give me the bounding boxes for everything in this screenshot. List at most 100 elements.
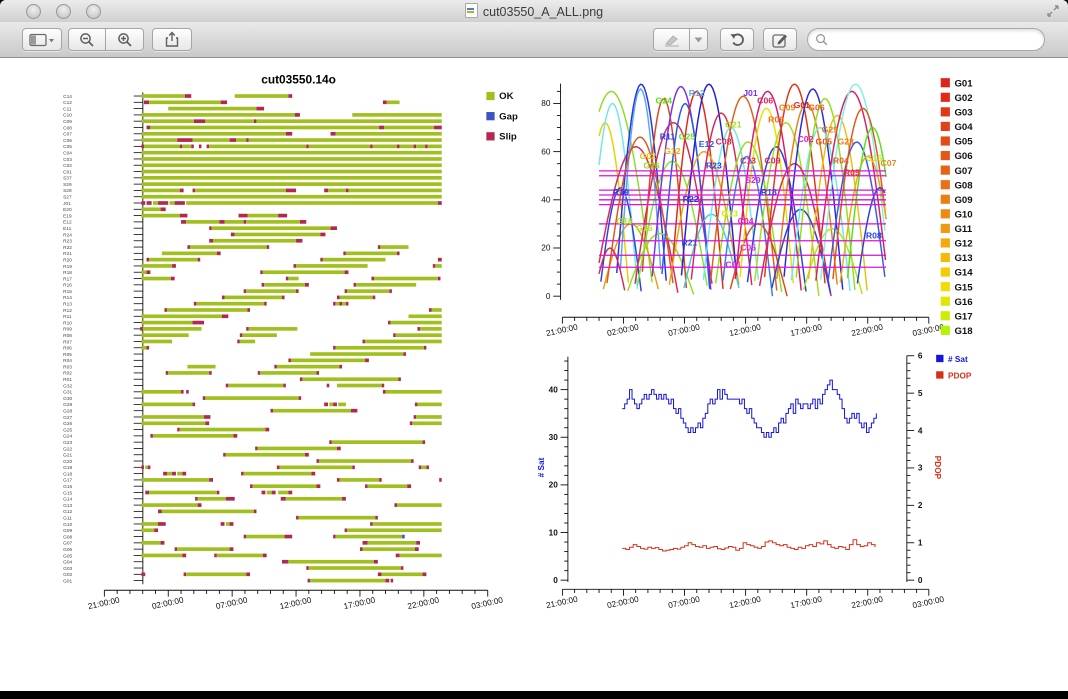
legend-label: G18	[954, 326, 973, 337]
sat-row: G25	[63, 427, 269, 433]
title-bar[interactable]: cut03550_A_ALL.png	[0, 0, 1068, 23]
sat-row: S29	[63, 182, 442, 188]
sat-label: E19	[63, 213, 72, 219]
search-field[interactable]	[807, 28, 1045, 51]
sat-row: C03	[63, 157, 442, 163]
legend-swatch	[941, 93, 950, 102]
share-button[interactable]	[152, 28, 192, 51]
sat-row: R16	[63, 283, 416, 289]
sat-row: G31	[63, 390, 442, 396]
obs-segment	[351, 409, 357, 413]
obs-segment	[409, 314, 442, 318]
legend-swatch	[941, 282, 950, 291]
obs-segment	[141, 314, 222, 318]
obs-segment	[332, 440, 423, 444]
obs-segment	[246, 327, 249, 331]
sat-label: R05	[63, 352, 72, 358]
sat-row: G08	[63, 534, 405, 540]
obs-segment	[198, 258, 201, 262]
obs-segment	[324, 403, 328, 407]
highlighter-menu-button[interactable]	[690, 28, 708, 51]
obs-segment	[194, 302, 197, 306]
sat-row: G19	[63, 465, 429, 471]
availability-chart: cut03550.14oOKGapSlipC14C12C11C10C09C08C…	[63, 73, 518, 611]
sat-row: C10	[63, 113, 442, 119]
elevation-chart: 020406080R12J01G24C06G01G09G06G21R06G29R…	[541, 78, 973, 338]
obs-segment	[291, 359, 365, 363]
obs-segment	[184, 572, 187, 576]
obs-segment	[397, 503, 442, 507]
legend-swatch	[941, 238, 950, 247]
sat-row: R09	[63, 327, 442, 333]
obs-segment	[153, 434, 234, 438]
obs-segment	[141, 145, 144, 149]
obs-segment	[226, 497, 235, 501]
legend-label: G16	[954, 297, 972, 308]
obs-segment	[249, 327, 298, 331]
obs-segment	[162, 510, 254, 514]
legend-label: # Sat	[948, 355, 968, 364]
sat-row: R14	[63, 295, 375, 301]
legend-swatch	[941, 151, 950, 160]
zoom-in-button[interactable]	[106, 28, 144, 51]
search-input[interactable]	[832, 32, 1036, 48]
obs-segment	[407, 484, 411, 488]
obs-segment	[323, 258, 386, 262]
obs-segment	[288, 359, 291, 363]
highlighter-button[interactable]	[653, 28, 690, 51]
obs-segment	[333, 535, 336, 539]
obs-segment	[193, 189, 196, 193]
obs-segment	[302, 377, 398, 381]
obs-segment	[282, 296, 285, 300]
obs-segment	[316, 484, 320, 488]
sat-label: G11	[63, 516, 72, 522]
sat-label: R14	[63, 295, 72, 301]
sat-label: S29	[63, 182, 72, 188]
obs-segment	[205, 396, 298, 400]
obs-segment	[258, 447, 337, 451]
obs-segment	[300, 377, 303, 381]
sidebar-toggle-button[interactable]	[22, 28, 62, 51]
obs-segment	[260, 371, 316, 375]
obs-segment	[397, 145, 400, 149]
sat-id-label: R23	[706, 160, 722, 170]
fullscreen-icon[interactable]	[1046, 4, 1060, 18]
obs-segment	[141, 522, 158, 526]
obs-segment	[403, 352, 406, 356]
obs-segment	[415, 403, 418, 407]
sat-id-label: C01	[725, 259, 741, 269]
pdop-tick-label: 6	[918, 351, 923, 360]
obs-segment	[250, 484, 253, 488]
rotate-left-button[interactable]	[720, 28, 754, 51]
sat-row: E12	[63, 220, 306, 226]
availability-title: cut03550.14o	[261, 73, 336, 87]
obs-segment	[190, 245, 267, 249]
obs-segment	[247, 214, 278, 218]
obs-segment	[150, 434, 153, 438]
report-image: cut03550.14oOKGapSlipC14C12C11C10C09C08C…	[0, 58, 1068, 691]
obs-segment	[374, 277, 438, 281]
obs-segment	[356, 283, 416, 287]
obs-segment	[402, 535, 405, 539]
legend-swatch	[486, 92, 494, 100]
obs-segment	[177, 547, 229, 551]
obs-segment	[263, 270, 345, 274]
sat-label: G22	[63, 446, 72, 452]
legend-swatch	[941, 268, 950, 277]
obs-segment	[141, 465, 144, 469]
sat-row: R10	[63, 320, 442, 326]
obs-segment	[246, 220, 300, 224]
obs-segment	[338, 403, 346, 407]
obs-segment	[428, 145, 442, 149]
obs-segment	[382, 572, 423, 576]
sat-id-label: R19	[613, 187, 629, 197]
legend-label: OK	[499, 91, 513, 102]
obs-segment	[342, 302, 346, 306]
obs-segment	[336, 302, 340, 306]
markup-button[interactable]	[763, 28, 797, 51]
zoom-out-button[interactable]	[68, 28, 106, 51]
obs-segment	[393, 333, 396, 337]
obs-segment	[217, 554, 263, 558]
obs-segment	[319, 459, 411, 463]
obs-segment	[400, 554, 442, 558]
